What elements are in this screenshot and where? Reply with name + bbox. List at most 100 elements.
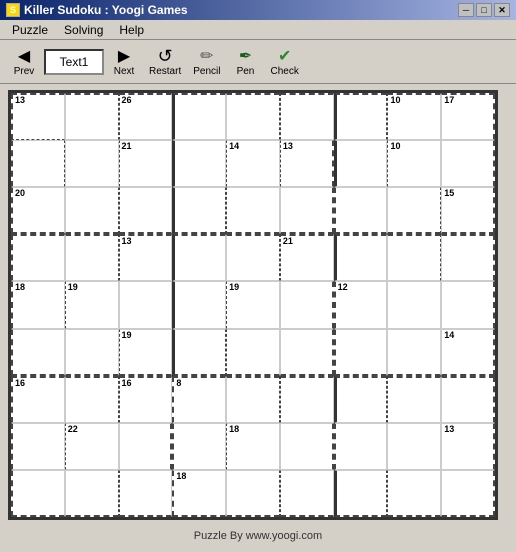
table-row[interactable] <box>119 423 173 470</box>
table-row[interactable] <box>65 329 119 376</box>
minimize-button[interactable]: ─ <box>458 3 474 17</box>
table-row[interactable] <box>172 140 226 187</box>
pen-button[interactable]: Pen <box>227 43 263 81</box>
restart-icon <box>158 47 173 65</box>
table-row[interactable]: 15 <box>441 187 495 234</box>
table-row[interactable] <box>334 187 388 234</box>
table-row[interactable]: 18 <box>172 470 226 517</box>
menu-solving[interactable]: Solving <box>56 21 111 39</box>
table-row[interactable]: 21 <box>280 234 334 281</box>
table-row[interactable] <box>65 234 119 281</box>
table-row[interactable] <box>387 187 441 234</box>
table-row[interactable] <box>334 470 388 517</box>
table-row[interactable] <box>280 329 334 376</box>
table-row[interactable] <box>172 234 226 281</box>
table-row[interactable] <box>119 281 173 328</box>
cage-sum-label: 10 <box>390 142 400 151</box>
table-row[interactable] <box>119 470 173 517</box>
table-row[interactable] <box>441 281 495 328</box>
table-row[interactable] <box>334 329 388 376</box>
table-row[interactable]: 17 <box>441 93 495 140</box>
table-row[interactable] <box>226 234 280 281</box>
table-row[interactable] <box>387 423 441 470</box>
table-row[interactable]: 19 <box>226 281 280 328</box>
table-row[interactable] <box>172 281 226 328</box>
table-row[interactable] <box>280 470 334 517</box>
table-row[interactable]: 13 <box>119 234 173 281</box>
table-row[interactable] <box>65 376 119 423</box>
pencil-button[interactable]: Pencil <box>188 43 225 81</box>
table-row[interactable] <box>441 470 495 517</box>
table-row[interactable] <box>280 187 334 234</box>
table-row[interactable]: 10 <box>387 93 441 140</box>
table-row[interactable] <box>387 281 441 328</box>
table-row[interactable]: 19 <box>119 329 173 376</box>
table-row[interactable] <box>280 281 334 328</box>
table-row[interactable] <box>334 140 388 187</box>
menu-puzzle[interactable]: Puzzle <box>4 21 56 39</box>
table-row[interactable] <box>172 423 226 470</box>
table-row[interactable] <box>387 470 441 517</box>
table-row[interactable] <box>172 187 226 234</box>
table-row[interactable]: 8 <box>172 376 226 423</box>
prev-label: Prev <box>14 66 35 77</box>
puzzle-name-input[interactable] <box>44 49 104 75</box>
table-row[interactable] <box>11 423 65 470</box>
maximize-button[interactable]: □ <box>476 3 492 17</box>
table-row[interactable] <box>280 423 334 470</box>
table-row[interactable] <box>172 93 226 140</box>
table-row[interactable]: 13 <box>441 423 495 470</box>
table-row[interactable] <box>387 329 441 376</box>
table-row[interactable] <box>387 234 441 281</box>
table-row[interactable]: 16 <box>119 376 173 423</box>
table-row[interactable]: 18 <box>11 281 65 328</box>
table-row[interactable] <box>226 376 280 423</box>
table-row[interactable]: 21 <box>119 140 173 187</box>
table-row[interactable]: 20 <box>11 187 65 234</box>
table-row[interactable] <box>226 329 280 376</box>
table-row[interactable] <box>441 140 495 187</box>
table-row[interactable] <box>65 187 119 234</box>
cage-sum-label: 12 <box>338 283 348 292</box>
table-row[interactable] <box>11 140 65 187</box>
table-row[interactable]: 18 <box>226 423 280 470</box>
check-button[interactable]: Check <box>265 43 303 81</box>
table-row[interactable] <box>280 93 334 140</box>
table-row[interactable] <box>11 470 65 517</box>
restart-button[interactable]: Restart <box>144 43 186 81</box>
table-row[interactable] <box>226 93 280 140</box>
restart-label: Restart <box>149 66 181 77</box>
table-row[interactable] <box>226 470 280 517</box>
table-row[interactable]: 16 <box>11 376 65 423</box>
table-row[interactable]: 10 <box>387 140 441 187</box>
table-row[interactable] <box>119 187 173 234</box>
table-row[interactable]: 13 <box>280 140 334 187</box>
table-row[interactable]: 26 <box>119 93 173 140</box>
table-row[interactable] <box>172 329 226 376</box>
table-row[interactable]: 13 <box>11 93 65 140</box>
table-row[interactable] <box>226 187 280 234</box>
table-row[interactable]: 14 <box>226 140 280 187</box>
next-button[interactable]: Next <box>106 43 142 81</box>
table-row[interactable] <box>334 234 388 281</box>
table-row[interactable]: 19 <box>65 281 119 328</box>
table-row[interactable] <box>441 234 495 281</box>
table-row[interactable] <box>334 423 388 470</box>
table-row[interactable] <box>65 140 119 187</box>
menu-help[interactable]: Help <box>111 21 152 39</box>
table-row[interactable]: 12 <box>334 281 388 328</box>
close-button[interactable]: ✕ <box>494 3 510 17</box>
table-row[interactable]: 22 <box>65 423 119 470</box>
table-row[interactable] <box>334 93 388 140</box>
prev-button[interactable]: Prev <box>6 43 42 81</box>
table-row[interactable] <box>441 376 495 423</box>
table-row[interactable] <box>11 234 65 281</box>
table-row[interactable]: 14 <box>441 329 495 376</box>
table-row[interactable] <box>334 376 388 423</box>
table-row[interactable] <box>65 93 119 140</box>
table-row[interactable] <box>65 470 119 517</box>
table-row[interactable] <box>280 376 334 423</box>
table-row[interactable] <box>387 376 441 423</box>
window-title: Killer Sudoku : Yoogi Games <box>24 3 188 17</box>
table-row[interactable] <box>11 329 65 376</box>
